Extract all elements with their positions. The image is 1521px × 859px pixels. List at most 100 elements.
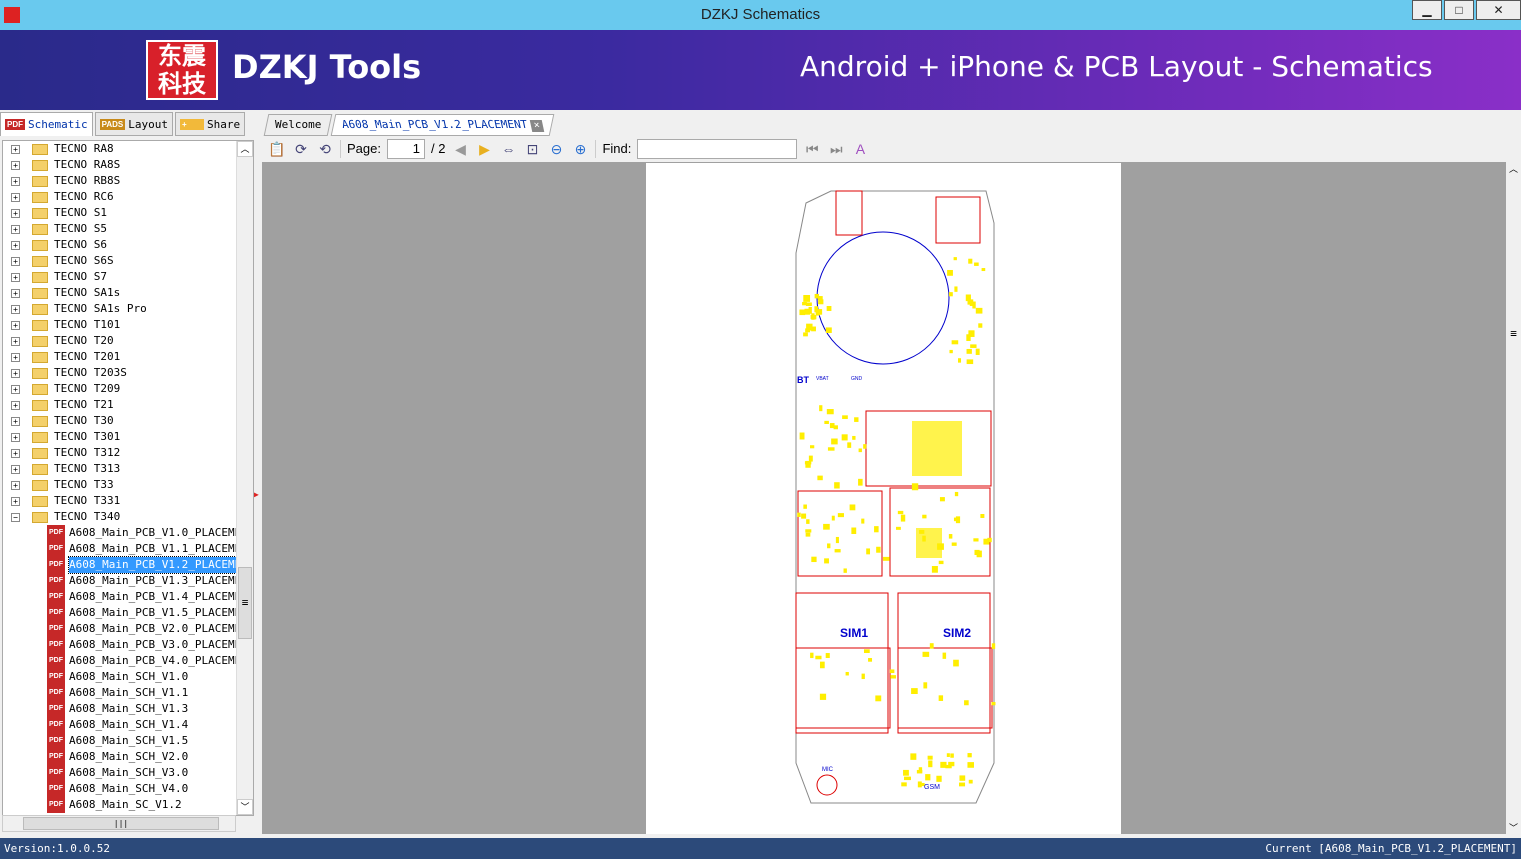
- tree-folder[interactable]: + TECNO T33: [3, 477, 253, 493]
- viewer-vertical-scrollbar[interactable]: ︿ ≡ ﹀: [1506, 162, 1521, 834]
- tree-folder[interactable]: + TECNO S6S: [3, 253, 253, 269]
- tab-layout[interactable]: PADS Layout: [94, 112, 173, 136]
- tree-file[interactable]: PDF A608_Main_PCB_V1.2_PLACEMENT: [3, 556, 253, 574]
- rotate-cw-icon[interactable]: ⟳: [292, 140, 310, 158]
- expand-icon[interactable]: +: [11, 176, 20, 186]
- tree-folder[interactable]: + TECNO T209: [3, 381, 253, 397]
- expand-icon[interactable]: +: [11, 256, 20, 266]
- tree-file[interactable]: PDF A608_Main_SCH_V1.3: [3, 701, 253, 717]
- expand-icon[interactable]: +: [11, 480, 20, 490]
- tree-file[interactable]: PDF A608_Main_SCH_V4.0: [3, 781, 253, 797]
- tree-folder[interactable]: + TECNO T203S: [3, 365, 253, 381]
- expand-icon[interactable]: +: [11, 304, 20, 314]
- expand-icon[interactable]: +: [11, 288, 20, 298]
- close-button[interactable]: ✕: [1476, 0, 1521, 20]
- tree-folder[interactable]: + TECNO T101: [3, 317, 253, 333]
- find-input[interactable]: [637, 138, 798, 159]
- zoom-in-icon[interactable]: ⊕: [571, 140, 589, 158]
- highlight-icon[interactable]: A: [851, 140, 869, 158]
- minimize-button[interactable]: ▁: [1412, 0, 1442, 20]
- prev-page-icon[interactable]: ◀: [451, 140, 469, 158]
- tree-file[interactable]: PDF A608_Main_PCB_V1.0_PLACEMENT: [3, 525, 253, 541]
- tree-file[interactable]: PDF A608_Main_SCH_V1.4: [3, 717, 253, 733]
- tree-file[interactable]: PDF A608_Main_PCB_V2.0_PLACEMENT: [3, 621, 253, 637]
- tree-file[interactable]: PDF A608_Main_PCB_V1.1_PLACEMENT: [3, 541, 253, 557]
- next-page-icon[interactable]: ▶: [475, 140, 493, 158]
- tree-file[interactable]: PDF A608_Main_SCH_V2.0: [3, 749, 253, 765]
- find-prev-icon[interactable]: ⏮: [803, 140, 821, 158]
- fit-page-icon[interactable]: ⊡: [523, 140, 541, 158]
- splitter-arrow-icon[interactable]: ▶: [254, 490, 259, 499]
- rotate-ccw-icon[interactable]: ⟲: [316, 140, 334, 158]
- expand-icon[interactable]: +: [11, 224, 20, 234]
- tree-file[interactable]: PDF A608_Main_SCH_V1.0: [3, 669, 253, 685]
- tree-horizontal-scrollbar[interactable]: |||: [2, 815, 236, 832]
- expand-icon[interactable]: +: [11, 144, 20, 154]
- expand-icon[interactable]: +: [11, 192, 20, 202]
- fit-width-icon[interactable]: ⇔: [499, 140, 517, 158]
- tab-document[interactable]: A608_Main_PCB_V1.2_PLACEMENT ×: [331, 114, 556, 136]
- tree-file[interactable]: PDF A608_Main_SCH_V1.5: [3, 733, 253, 749]
- tree-folder[interactable]: + TECNO S5: [3, 221, 253, 237]
- tree-file[interactable]: PDF A608_Main_PCB_V1.4_PLACEMENT: [3, 589, 253, 605]
- tree-folder[interactable]: + TECNO T313: [3, 461, 253, 477]
- tree-folder[interactable]: + TECNO T301: [3, 429, 253, 445]
- tree-file[interactable]: PDF A608_Main_SCH_V1.1: [3, 685, 253, 701]
- tree-file[interactable]: PDF A608_Main_SCH_V3.0: [3, 765, 253, 781]
- tree-folder[interactable]: + TECNO S1: [3, 205, 253, 221]
- page-input[interactable]: [386, 138, 425, 159]
- tab-share[interactable]: + Share: [175, 112, 246, 136]
- tree-folder[interactable]: + TECNO SA1s Pro: [3, 301, 253, 317]
- expand-icon[interactable]: +: [11, 272, 20, 282]
- pcb-pad: [826, 305, 832, 311]
- close-tab-icon[interactable]: ×: [530, 120, 546, 132]
- expand-icon[interactable]: +: [11, 464, 20, 474]
- expand-icon[interactable]: +: [11, 160, 20, 170]
- tree-file[interactable]: PDF A608_Main_PCB_V3.0_PLACEMENT: [3, 637, 253, 653]
- pcb-pad: [903, 769, 909, 776]
- tree-folder[interactable]: + TECNO S6: [3, 237, 253, 253]
- tree-folder[interactable]: + TECNO RA8: [3, 141, 253, 157]
- expand-icon[interactable]: +: [11, 416, 20, 426]
- pcb-pad: [966, 359, 974, 365]
- pcb-pad: [959, 782, 966, 787]
- tree-folder[interactable]: + TECNO T331: [3, 493, 253, 509]
- tree-folder[interactable]: + TECNO T30: [3, 413, 253, 429]
- tree-folder[interactable]: + TECNO SA1s: [3, 285, 253, 301]
- expand-icon[interactable]: +: [11, 320, 20, 330]
- tree-folder[interactable]: + TECNO S7: [3, 269, 253, 285]
- tree-folder[interactable]: + TECNO T21: [3, 397, 253, 413]
- tree-folder[interactable]: + TECNO RB8S: [3, 173, 253, 189]
- expand-icon[interactable]: +: [11, 352, 20, 362]
- tab-welcome[interactable]: Welcome: [263, 114, 333, 136]
- zoom-out-icon[interactable]: ⊖: [547, 140, 565, 158]
- tree-folder[interactable]: + TECNO T20: [3, 333, 253, 349]
- tree-file[interactable]: PDF A608_Main_PCB_V1.3_PLACEMENT: [3, 573, 253, 589]
- expand-icon[interactable]: +: [11, 448, 20, 458]
- tree-file[interactable]: PDF A608_Main_PCB_V1.5_PLACEMENT: [3, 605, 253, 621]
- tree-file[interactable]: PDF A608_Main_SC_V1.2: [3, 797, 253, 813]
- tree-folder[interactable]: + TECNO T201: [3, 349, 253, 365]
- tree-folder-expanded[interactable]: − TECNO T340: [3, 509, 253, 525]
- expand-icon[interactable]: +: [11, 208, 20, 218]
- tree-file[interactable]: PDF A608_Main_PCB_V4.0_PLACEMENT: [3, 653, 253, 669]
- pdf-page: SIM1 SIM2 BT GSM MIC VBAT GND: [646, 163, 1121, 834]
- expand-icon[interactable]: +: [11, 384, 20, 394]
- tree-folder[interactable]: + TECNO T312: [3, 445, 253, 461]
- expand-icon[interactable]: +: [11, 368, 20, 378]
- copy-icon[interactable]: 📋: [268, 140, 286, 158]
- expand-icon[interactable]: +: [11, 432, 20, 442]
- expand-icon[interactable]: +: [11, 400, 20, 410]
- tab-schematic[interactable]: PDF Schematic: [0, 112, 93, 136]
- scroll-thumb[interactable]: ≡: [238, 567, 252, 639]
- tree-folder[interactable]: + TECNO RC6: [3, 189, 253, 205]
- find-next-icon[interactable]: ⏭: [827, 140, 845, 158]
- expand-icon[interactable]: +: [11, 240, 20, 250]
- tree-vertical-scrollbar[interactable]: ︿ ≡ ﹀: [236, 141, 253, 815]
- expand-icon[interactable]: +: [11, 496, 20, 506]
- collapse-icon[interactable]: −: [11, 512, 20, 522]
- maximize-button[interactable]: □: [1444, 0, 1474, 20]
- expand-icon[interactable]: +: [11, 336, 20, 346]
- tree-folder[interactable]: + TECNO RA8S: [3, 157, 253, 173]
- logo: 东震 科技: [146, 40, 218, 100]
